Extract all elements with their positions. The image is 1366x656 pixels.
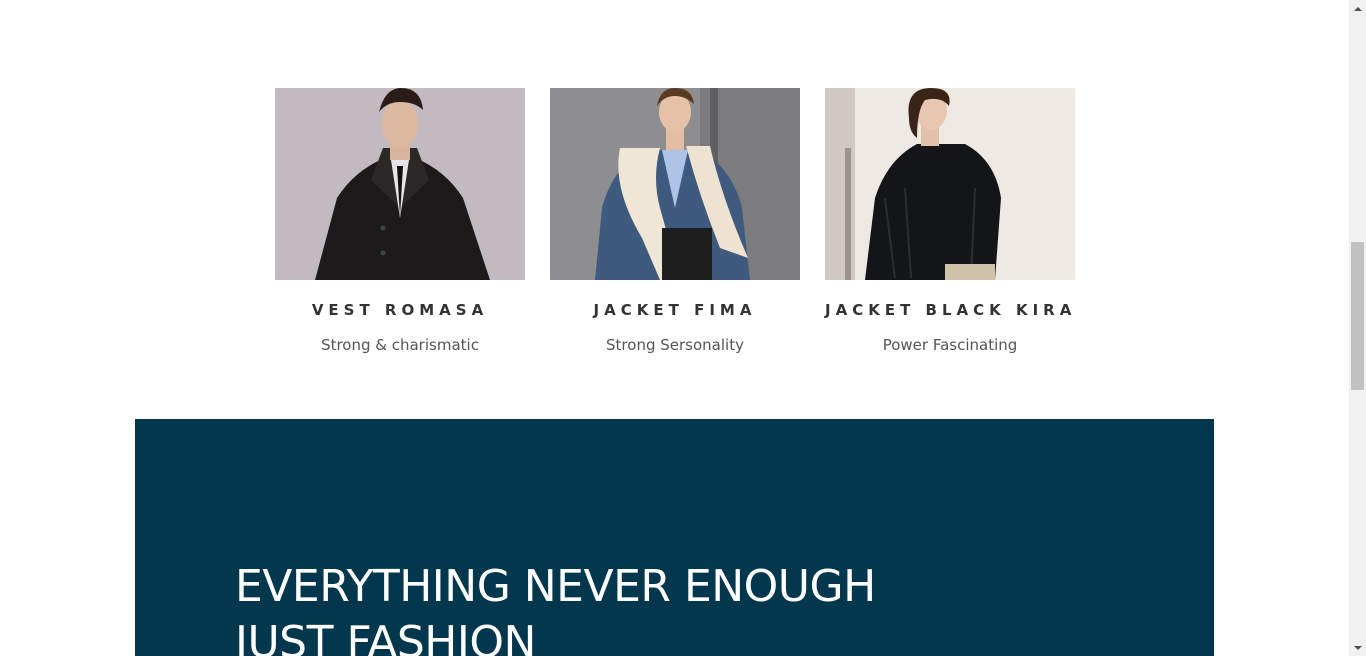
product-title[interactable]: JACKET FIMA [550,299,800,321]
product-subtitle: Strong & charismatic [321,336,479,354]
product-image[interactable] [825,88,1075,280]
product-subtitle: Power Fascinating [882,336,1018,354]
banner-title: EVERYTHING NEVER ENOUGH JUST FASHION [235,559,876,656]
scroll-up-arrow-icon[interactable] [1349,0,1366,17]
product-card-jacket-fima[interactable]: JACKET FIMA Strong Sersonality [550,88,800,356]
page: VEST ROMASA Strong & charismatic JACKET … [0,0,1349,656]
scrollbar-thumb[interactable] [1351,242,1364,390]
product-subtitle: Strong Sersonality [606,336,744,354]
man-black-coat-photo [275,88,525,280]
product-card-jacket-black-kira[interactable]: JACKET BLACK KIRA Power Fascinating [825,88,1075,356]
product-title[interactable]: VEST ROMASA [275,299,525,321]
vertical-scrollbar[interactable] [1349,0,1366,656]
product-card-vest-romasa[interactable]: VEST ROMASA Strong & charismatic [275,88,525,356]
product-image[interactable] [550,88,800,280]
fashion-banner: EVERYTHING NEVER ENOUGH JUST FASHION [135,419,1214,656]
woman-black-leather-jacket-photo [825,88,1075,280]
banner-title-line-1: EVERYTHING NEVER ENOUGH [235,561,876,612]
banner-title-line-2: JUST FASHION [235,617,536,656]
woman-fur-collar-denim-jacket-photo [550,88,800,280]
product-image[interactable] [275,88,525,280]
scroll-down-arrow-icon[interactable] [1349,639,1366,656]
product-title[interactable]: JACKET BLACK KIRA [825,299,1075,321]
